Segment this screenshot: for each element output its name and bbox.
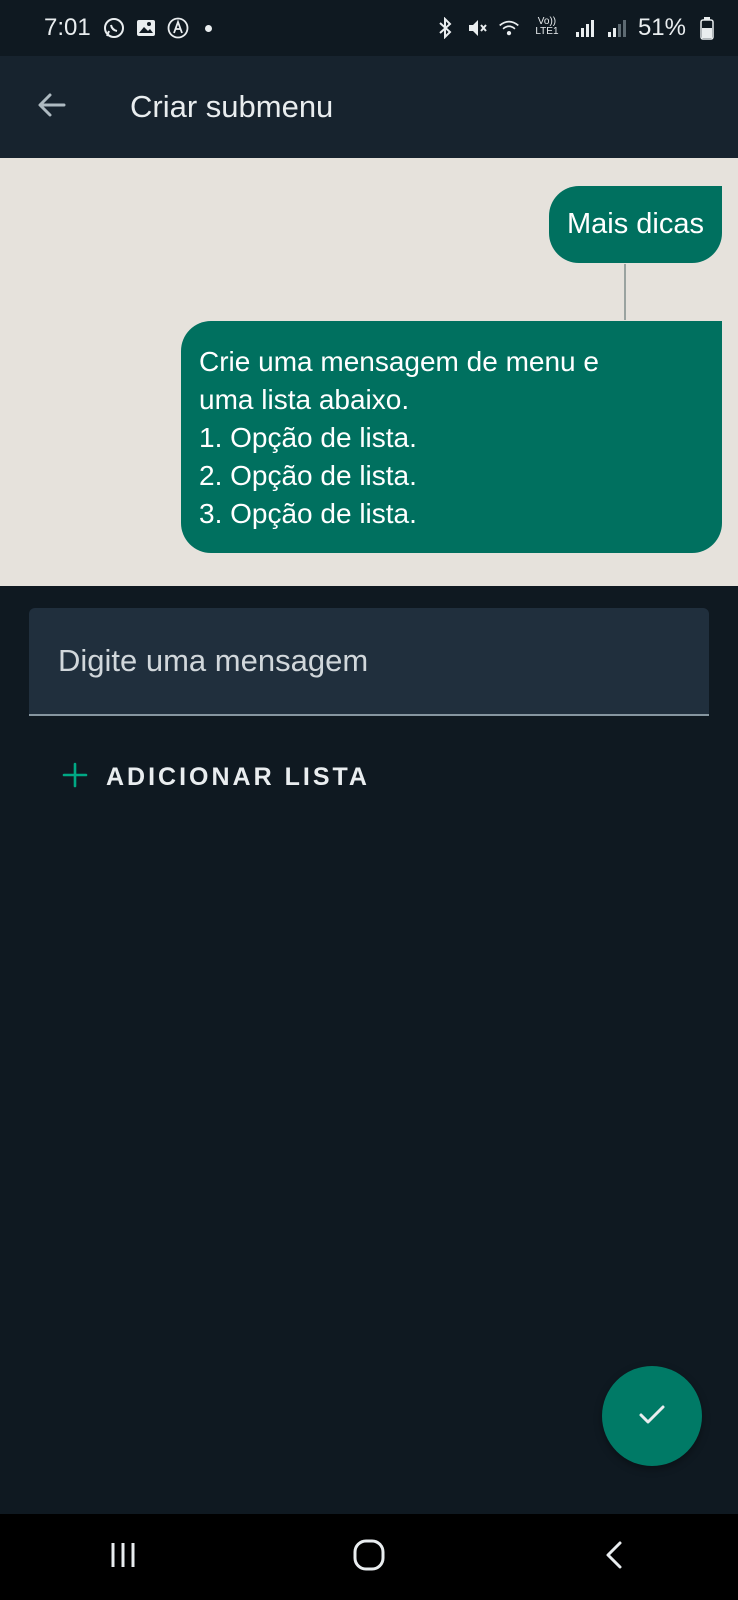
status-left-icons	[103, 17, 212, 39]
a-circle-icon	[167, 17, 189, 39]
home-button[interactable]	[329, 1527, 409, 1587]
app-bar: Criar submenu	[0, 56, 738, 158]
bubble-connector	[624, 264, 626, 320]
menu-bubble-line: 3. Opção de lista.	[199, 498, 417, 529]
system-nav-bar	[0, 1514, 738, 1600]
message-input-container	[29, 608, 709, 716]
confirm-button[interactable]	[602, 1366, 702, 1466]
menu-bubble-line: 2. Opção de lista.	[199, 460, 417, 491]
home-icon	[352, 1538, 386, 1577]
status-time: 7:01	[44, 14, 91, 41]
signal-icon	[574, 17, 596, 39]
volte-icon: Vo)) LTE1	[535, 16, 559, 37]
battery-percent: 51%	[637, 14, 686, 41]
page-title: Criar submenu	[130, 89, 334, 124]
add-list-label: ADICIONAR LISTA	[106, 762, 370, 791]
signal-icon-2	[606, 17, 628, 39]
notification-dot	[204, 24, 212, 32]
recents-button[interactable]	[83, 1527, 163, 1587]
message-preview: Mais dicas Crie uma mensagem de menu e u…	[0, 158, 738, 586]
gallery-icon	[135, 17, 157, 39]
bluetooth-icon	[434, 17, 456, 39]
trigger-bubble: Mais dicas	[549, 186, 722, 263]
arrow-back-icon	[36, 89, 68, 126]
menu-bubble: Crie uma mensagem de menu e uma lista ab…	[181, 321, 722, 553]
status-bar: 7:01 Vo)) LTE1 51%	[0, 0, 738, 56]
message-input[interactable]	[58, 643, 709, 679]
chevron-left-icon	[600, 1540, 630, 1575]
menu-bubble-line: uma lista abaixo.	[199, 384, 410, 415]
recents-icon	[108, 1540, 138, 1575]
back-button[interactable]	[24, 79, 80, 135]
menu-bubble-line: 1. Opção de lista.	[199, 422, 417, 453]
wifi-icon	[498, 17, 520, 39]
plus-icon	[62, 762, 88, 793]
whatsapp-icon	[103, 17, 125, 39]
add-list-button[interactable]: ADICIONAR LISTA	[62, 755, 370, 799]
battery-icon	[696, 17, 718, 40]
status-right-icons: Vo)) LTE1 51%	[434, 14, 718, 42]
system-back-button[interactable]	[575, 1527, 655, 1587]
menu-bubble-line: Crie uma mensagem de menu e	[199, 346, 599, 377]
mute-icon	[466, 17, 488, 39]
check-icon	[634, 1396, 670, 1437]
